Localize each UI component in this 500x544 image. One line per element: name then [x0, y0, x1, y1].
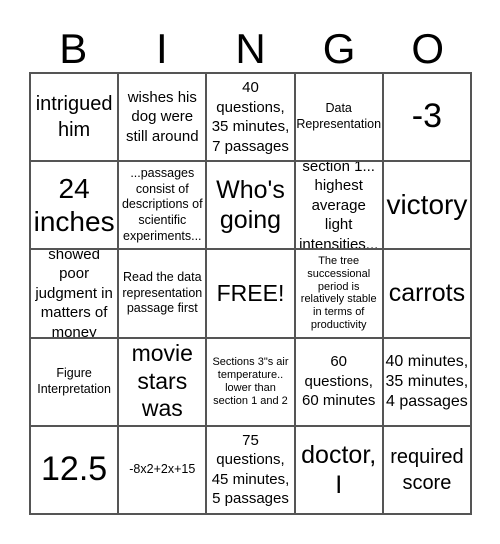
- cell-text: -3: [411, 97, 442, 136]
- bingo-cell[interactable]: -8x2+2x+15: [118, 425, 207, 514]
- bingo-header: B I N G O: [29, 26, 472, 72]
- bingo-cell[interactable]: showed poor judgment in matters of money: [30, 249, 119, 338]
- header-letter-g: G: [322, 25, 356, 72]
- cell-text: movie stars was: [131, 340, 193, 422]
- cell-text: 40 questions, 35 minutes, 7 passages: [211, 79, 290, 155]
- bingo-board: intrigued him wishes his dog were still …: [29, 72, 472, 515]
- cell-text: wishes his dog were still around: [126, 88, 199, 145]
- cell-text: -8x2+2x+15: [129, 462, 196, 477]
- cell-text: Figure Interpretation: [37, 366, 111, 396]
- bingo-cell[interactable]: Figure Interpretation: [30, 337, 119, 426]
- cell-text: 24 inches: [33, 172, 115, 238]
- bingo-cell[interactable]: doctor, I: [294, 425, 383, 514]
- bingo-cell[interactable]: ...passages consist of descriptions of s…: [118, 161, 207, 250]
- cell-text: 60 questions, 60 minutes: [302, 353, 376, 410]
- cell-text: ...passages consist of descriptions of s…: [121, 166, 203, 243]
- cell-text: 40 minutes, 35 minutes, 4 passages: [385, 352, 469, 410]
- cell-text: required score: [390, 445, 464, 494]
- cell-text: doctor, I: [301, 440, 377, 499]
- cell-text: Read the data representation passage fir…: [122, 270, 203, 316]
- cell-text: showed poor judgment in matters of money: [35, 249, 113, 338]
- cell-text: Sections 3"s air temperature.. lower tha…: [212, 355, 289, 407]
- bingo-cell[interactable]: Data Representation: [294, 73, 383, 162]
- bingo-cell[interactable]: wishes his dog were still around: [118, 73, 207, 162]
- bingo-cell[interactable]: section 1... highest average light inten…: [294, 161, 383, 250]
- cell-text: Data Representation: [296, 101, 382, 132]
- cell-text: carrots: [388, 279, 466, 308]
- cell-text: intrigued him: [35, 93, 113, 142]
- bingo-cell[interactable]: 40 questions, 35 minutes, 7 passages: [206, 73, 295, 162]
- free-space[interactable]: FREE!: [206, 249, 295, 338]
- header-letter-n: N: [235, 25, 266, 72]
- header-letter-b: B: [59, 25, 88, 72]
- cell-text: section 1... highest average light inten…: [299, 161, 379, 250]
- bingo-cell[interactable]: carrots: [382, 249, 471, 338]
- cell-text: FREE!: [216, 279, 285, 306]
- cell-text: victory: [386, 189, 468, 221]
- bingo-cell[interactable]: required score: [382, 425, 471, 514]
- bingo-cell free-space-neighbor[interactable]: Who's going: [206, 161, 295, 250]
- header-letter-i: I: [156, 25, 168, 72]
- header-letter-o: O: [411, 25, 445, 72]
- bingo-cell[interactable]: 24 inches: [30, 161, 119, 250]
- cell-text: The tree successional period is relative…: [300, 254, 377, 332]
- bingo-cell[interactable]: Read the data representation passage fir…: [118, 249, 207, 338]
- bingo-cell[interactable]: -3: [382, 73, 471, 162]
- bingo-cell[interactable]: The tree successional period is relative…: [294, 249, 383, 338]
- bingo-cell[interactable]: 12.5: [30, 425, 119, 514]
- bingo-cell[interactable]: Sections 3"s air temperature.. lower tha…: [206, 337, 295, 426]
- bingo-cell[interactable]: intrigued him: [30, 73, 119, 162]
- bingo-cell[interactable]: 60 questions, 60 minutes: [294, 337, 383, 426]
- cell-text: 75 questions, 45 minutes, 5 passages: [211, 431, 290, 508]
- bingo-cell[interactable]: 75 questions, 45 minutes, 5 passages: [206, 425, 295, 514]
- bingo-cell[interactable]: movie stars was: [118, 337, 207, 426]
- cell-text: Who's going: [216, 176, 285, 235]
- cell-text: 12.5: [41, 450, 108, 489]
- bingo-cell[interactable]: 40 minutes, 35 minutes, 4 passages: [382, 337, 471, 426]
- bingo-cell[interactable]: victory: [382, 161, 471, 250]
